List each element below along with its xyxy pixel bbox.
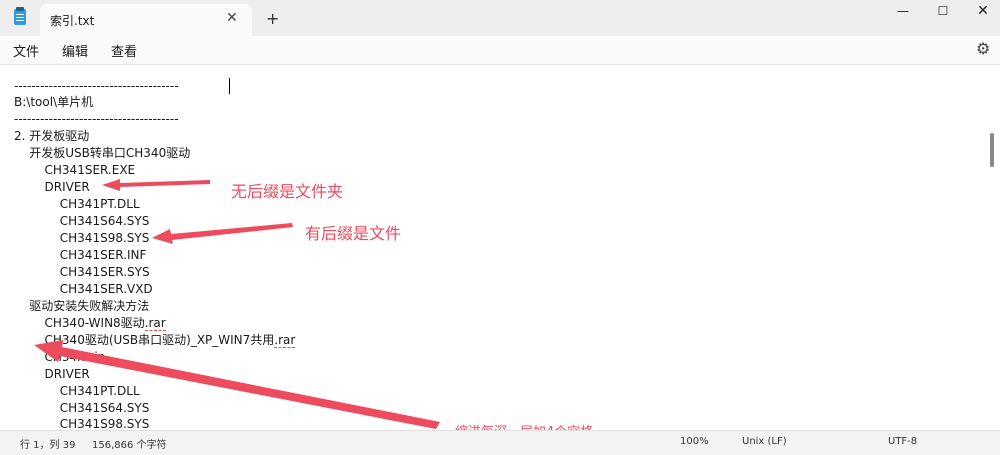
char-count: 156,866 个字符 (92, 440, 167, 451)
arrow-to-folder (102, 179, 210, 191)
status-bar: 行 1，列 39 156,866 个字符 100% Unix (LF) UTF-… (0, 430, 1000, 455)
annotation-file-note: 有后缀是文件 (305, 224, 402, 243)
encoding[interactable]: UTF-8 (888, 436, 917, 447)
cursor-position[interactable]: 行 1，列 39 (20, 436, 75, 451)
arrow-to-file (152, 223, 293, 244)
annotation-arrows (34, 179, 440, 429)
arrow-to-indent (34, 340, 440, 429)
line-ending[interactable]: Unix (LF) (742, 436, 787, 447)
zoom-level[interactable]: 100% (680, 436, 709, 447)
annotation-folder-note: 无后缀是文件夹 (231, 182, 344, 201)
